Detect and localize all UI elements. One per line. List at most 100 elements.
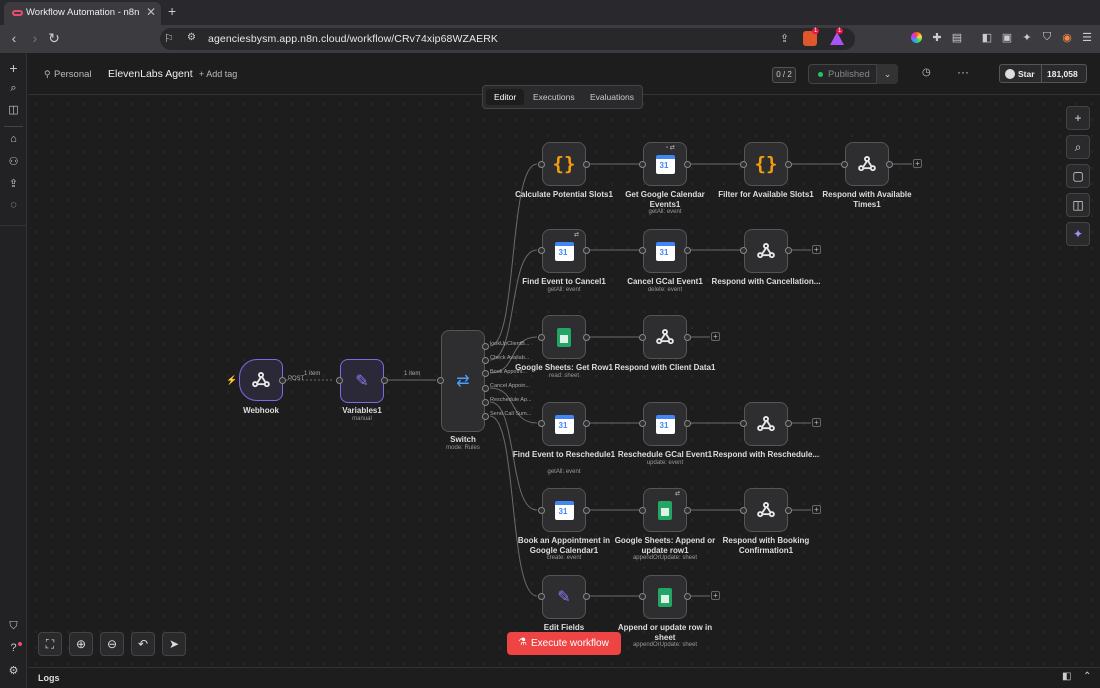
site-settings-icon[interactable]: ⚙ — [187, 32, 196, 43]
profile-icon[interactable]: ◉ — [1060, 31, 1074, 45]
tab-executions[interactable]: Executions — [533, 92, 575, 102]
tab-editor[interactable]: Editor — [486, 89, 524, 105]
wallet-icon[interactable]: ▣ — [1000, 31, 1014, 45]
input-port[interactable] — [538, 247, 545, 254]
panel-icon[interactable]: ◫ — [1066, 193, 1090, 217]
output-port[interactable] — [381, 377, 388, 384]
output-port[interactable] — [785, 507, 792, 514]
rewards-icon[interactable] — [830, 32, 844, 45]
home-icon[interactable]: ⌂ — [6, 133, 21, 148]
respond-client-node[interactable] — [643, 315, 687, 359]
share-icon[interactable]: ⇪ — [6, 177, 21, 192]
settings-icon[interactable]: ⚙ — [6, 664, 21, 679]
chevron-down-icon[interactable]: ⌄ — [876, 64, 898, 84]
input-port[interactable] — [437, 377, 444, 384]
output-port[interactable] — [684, 247, 691, 254]
extensions-icon[interactable]: ✚ — [930, 31, 944, 45]
input-port[interactable] — [538, 507, 545, 514]
browser-tab[interactable]: Workflow Automation - n8n ✕ — [4, 2, 161, 25]
ai-assistant-icon[interactable]: ✦ — [1066, 222, 1090, 246]
chevron-up-icon[interactable]: ⌃ — [1083, 671, 1091, 682]
cancel-gcal-node[interactable] — [643, 229, 687, 273]
sidebar-icon[interactable]: ◧ — [980, 31, 994, 45]
add-tag-button[interactable]: + Add tag — [199, 69, 237, 79]
shield-icon[interactable]: ⛉ — [6, 620, 21, 635]
bookmark-icon[interactable]: ⚐ — [164, 32, 174, 45]
input-port[interactable] — [336, 377, 343, 384]
input-port[interactable] — [740, 420, 747, 427]
webhook-node[interactable] — [239, 359, 283, 401]
search-icon[interactable]: ⌕ — [6, 82, 21, 97]
find-cancel-node[interactable] — [542, 229, 586, 273]
input-port[interactable] — [740, 247, 747, 254]
input-port[interactable] — [639, 593, 646, 600]
logs-bar[interactable]: Logs ◧ ⌃ — [28, 667, 1100, 688]
output-port[interactable] — [583, 593, 590, 600]
cursor-icon[interactable]: ➤ — [162, 632, 186, 656]
execute-workflow-button[interactable]: ⚗ Execute workflow — [507, 632, 621, 655]
tab-close-icon[interactable]: ✕ — [146, 5, 156, 19]
zoom-in-icon[interactable]: ⊕ — [69, 632, 93, 656]
edit-fields-node[interactable]: ✎ — [542, 575, 586, 619]
share-icon[interactable]: ⇪ — [780, 32, 789, 45]
respond-reschedule-node[interactable] — [744, 402, 788, 446]
output-port[interactable] — [684, 420, 691, 427]
add-icon[interactable]: + — [6, 60, 21, 76]
add-node-button[interactable]: + — [711, 591, 720, 600]
fit-view-icon[interactable]: ⛶ — [38, 632, 62, 656]
back-icon[interactable]: ‹ — [6, 30, 22, 46]
output-port[interactable] — [482, 370, 489, 377]
owner-link[interactable]: Personal — [54, 69, 92, 80]
output-port[interactable] — [482, 357, 489, 364]
vpn-icon[interactable]: ⛉ — [1040, 31, 1054, 45]
output-port[interactable] — [482, 399, 489, 406]
input-port[interactable] — [538, 420, 545, 427]
reload-icon[interactable]: ↻ — [46, 30, 62, 47]
reader-icon[interactable]: ▤ — [950, 31, 964, 45]
output-port[interactable] — [583, 247, 590, 254]
input-port[interactable] — [538, 593, 545, 600]
color-extension-icon[interactable] — [910, 31, 924, 45]
output-port[interactable] — [785, 247, 792, 254]
output-port[interactable] — [684, 507, 691, 514]
history-icon[interactable]: ◷ — [922, 67, 931, 78]
find-reschedule-node[interactable] — [542, 402, 586, 446]
respond-times-node[interactable] — [845, 142, 889, 186]
output-port[interactable] — [583, 161, 590, 168]
switch-node[interactable]: ⇄ — [441, 330, 485, 432]
output-port[interactable] — [482, 385, 489, 392]
reschedule-gcal-node[interactable] — [643, 402, 687, 446]
output-port[interactable] — [886, 161, 893, 168]
user-icon[interactable]: ⚇ — [6, 155, 21, 170]
variables-node[interactable]: ✎ — [340, 359, 384, 403]
chat-icon[interactable]: ◌ — [6, 199, 21, 214]
output-port[interactable] — [785, 161, 792, 168]
tab-evaluations[interactable]: Evaluations — [590, 92, 634, 102]
output-port[interactable] — [583, 507, 590, 514]
output-port[interactable] — [279, 377, 286, 384]
respond-cancel-node[interactable] — [744, 229, 788, 273]
input-port[interactable] — [639, 507, 646, 514]
logs-panel-icon[interactable]: ◧ — [1062, 671, 1071, 682]
sheets-append-node[interactable] — [643, 488, 687, 532]
forward-icon[interactable]: › — [27, 30, 43, 46]
workflow-name[interactable]: ElevenLabs Agent — [108, 68, 193, 80]
add-node-button[interactable]: + — [913, 159, 922, 168]
input-port[interactable] — [639, 161, 646, 168]
sheets-get-node[interactable] — [542, 315, 586, 359]
input-port[interactable] — [740, 507, 747, 514]
output-port[interactable] — [482, 413, 489, 420]
panel-icon[interactable]: ◫ — [6, 103, 21, 118]
version-counter[interactable]: 0 / 2 — [772, 67, 796, 83]
input-port[interactable] — [841, 161, 848, 168]
add-node-button[interactable]: + — [812, 418, 821, 427]
output-port[interactable] — [684, 593, 691, 600]
input-port[interactable] — [639, 420, 646, 427]
input-port[interactable] — [538, 334, 545, 341]
filter-slots-node[interactable]: {} — [744, 142, 788, 186]
append-row-node[interactable] — [643, 575, 687, 619]
book-appointment-node[interactable] — [542, 488, 586, 532]
input-port[interactable] — [740, 161, 747, 168]
add-node-icon[interactable]: + — [1066, 106, 1090, 130]
calculate-slots-node[interactable]: {} — [542, 142, 586, 186]
